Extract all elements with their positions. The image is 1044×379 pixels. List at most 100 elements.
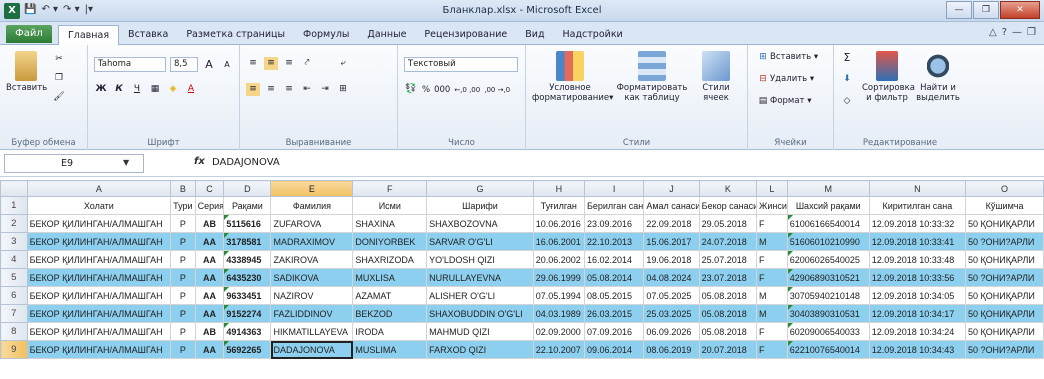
table-cell[interactable]: MUXLISA: [352, 268, 428, 287]
column-header-d[interactable]: D: [223, 180, 272, 197]
table-cell[interactable]: 05.08.2018: [698, 322, 758, 341]
fill-icon[interactable]: ⬇: [840, 73, 854, 86]
table-cell[interactable]: SHAXBOZOVNA: [426, 214, 534, 233]
underline-button[interactable]: Ч: [130, 83, 144, 96]
header-cell[interactable]: Тури: [170, 196, 196, 215]
column-header-l[interactable]: L: [756, 180, 788, 197]
table-cell[interactable]: 22.09.2018: [643, 214, 700, 233]
table-cell[interactable]: P: [170, 214, 196, 233]
tab-insert[interactable]: Вставка: [119, 28, 177, 45]
format-as-table-button[interactable]: Форматировать как таблицу: [612, 51, 692, 103]
table-cell[interactable]: AA: [194, 340, 225, 359]
table-cell[interactable]: AA: [194, 286, 225, 305]
align-top-icon[interactable]: ≡: [246, 57, 260, 70]
header-cell[interactable]: Фамилия: [270, 196, 354, 215]
header-cell[interactable]: Исми: [352, 196, 428, 215]
workbook-minimize-icon[interactable]: —: [1012, 27, 1022, 38]
table-cell[interactable]: БЕКОР ҚИЛИНГАН/АЛМАШГАН: [26, 304, 172, 323]
align-middle-icon[interactable]: ≡: [264, 57, 278, 70]
table-cell[interactable]: 51606010210990: [786, 232, 870, 251]
header-cell[interactable]: Шахсий рақами: [786, 196, 870, 215]
row-header[interactable]: 7: [0, 304, 28, 323]
table-cell[interactable]: БЕКОР ҚИЛИНГАН/АЛМАШГАН: [26, 286, 172, 305]
table-cell[interactable]: SHAXOBUDDIN O'G'LI: [426, 304, 534, 323]
tab-home[interactable]: Главная: [58, 25, 120, 45]
table-cell[interactable]: P: [170, 268, 196, 287]
orientation-icon[interactable]: ⤤: [300, 57, 314, 70]
tab-view[interactable]: Вид: [516, 28, 553, 45]
header-cell[interactable]: Серия: [194, 196, 225, 215]
table-cell[interactable]: P: [170, 304, 196, 323]
table-cell[interactable]: 12.09.2018 10:34:43: [868, 340, 967, 359]
bold-button[interactable]: Ж: [94, 83, 108, 96]
insert-function-icon[interactable]: fx: [194, 156, 205, 167]
shrink-font-icon[interactable]: A: [220, 58, 234, 71]
table-cell[interactable]: P: [170, 286, 196, 305]
table-cell[interactable]: F: [756, 340, 788, 359]
row-header[interactable]: 1: [0, 196, 28, 215]
header-cell[interactable]: Амал санаси: [643, 196, 700, 215]
table-cell[interactable]: 4338945: [223, 250, 272, 269]
restore-button[interactable]: ❐: [973, 1, 999, 19]
tab-file[interactable]: Файл: [6, 25, 52, 43]
close-button[interactable]: ✕: [1000, 1, 1040, 19]
table-cell[interactable]: SARVAR O'G'LI: [426, 232, 534, 251]
table-cell[interactable]: 50 ?ОНИ?АРЛИ: [965, 340, 1044, 359]
header-cell[interactable]: Рақами: [223, 196, 272, 215]
font-color-icon[interactable]: A: [184, 83, 198, 96]
row-header[interactable]: 4: [0, 250, 28, 269]
table-cell[interactable]: 09.06.2014: [583, 340, 645, 359]
table-cell[interactable]: YO'LDOSH QIZI: [426, 250, 534, 269]
table-cell[interactable]: 23.09.2016: [583, 214, 645, 233]
row-header[interactable]: 5: [0, 268, 28, 287]
table-cell[interactable]: AZAMAT: [352, 286, 428, 305]
table-cell[interactable]: M: [756, 304, 788, 323]
table-cell[interactable]: 5115616: [223, 214, 272, 233]
conditional-formatting-button[interactable]: Условное форматирование▾: [532, 51, 613, 103]
column-header-c[interactable]: C: [194, 180, 225, 197]
header-cell[interactable]: Бекор санаси: [698, 196, 758, 215]
table-cell[interactable]: 12.09.2018 10:34:17: [868, 304, 967, 323]
table-cell[interactable]: 16.06.2001: [532, 232, 585, 251]
table-cell[interactable]: AB: [194, 214, 225, 233]
table-cell[interactable]: 29.06.1999: [532, 268, 585, 287]
table-cell[interactable]: 50 ҚОНИҚАРЛИ: [965, 304, 1044, 323]
table-cell[interactable]: 4914363: [223, 322, 272, 341]
table-cell[interactable]: 3178581: [223, 232, 272, 251]
table-cell[interactable]: БЕКОР ҚИЛИНГАН/АЛМАШГАН: [26, 268, 172, 287]
column-header-f[interactable]: F: [352, 180, 428, 197]
paste-button[interactable]: Вставить: [6, 51, 47, 93]
table-cell[interactable]: 12.09.2018 10:33:32: [868, 214, 967, 233]
table-cell[interactable]: 08.06.2019: [643, 340, 700, 359]
header-cell[interactable]: Шарифи: [426, 196, 534, 215]
table-cell[interactable]: P: [170, 322, 196, 341]
table-cell[interactable]: IRODA: [352, 322, 428, 341]
table-cell[interactable]: FAZLIDDINOV: [270, 304, 354, 323]
table-cell[interactable]: 60209006540033: [786, 322, 870, 341]
increase-decimal-button[interactable]: ←,0 ,00: [454, 86, 480, 94]
row-header[interactable]: 2: [0, 214, 28, 233]
row-header[interactable]: 9: [0, 340, 28, 359]
table-cell[interactable]: 6435230: [223, 268, 272, 287]
table-cell[interactable]: 15.06.2017: [643, 232, 700, 251]
table-cell[interactable]: 5692265: [223, 340, 272, 359]
align-center-icon[interactable]: ≡: [264, 83, 278, 96]
format-cells-button[interactable]: ▤ Формат ▾: [756, 95, 812, 108]
table-cell[interactable]: P: [170, 340, 196, 359]
table-cell[interactable]: SHAXRIZODA: [352, 250, 428, 269]
table-cell[interactable]: 23.07.2018: [698, 268, 758, 287]
table-cell[interactable]: 61006166540014: [786, 214, 870, 233]
align-bottom-icon[interactable]: ≡: [282, 57, 296, 70]
align-right-icon[interactable]: ≡: [282, 83, 296, 96]
table-cell[interactable]: 07.05.2025: [643, 286, 700, 305]
number-format-combo[interactable]: Текстовый: [404, 57, 518, 72]
table-cell[interactable]: 16.02.2014: [583, 250, 645, 269]
table-cell[interactable]: HIKMATILLAYEVA: [270, 322, 354, 341]
font-name-combo[interactable]: Tahoma: [94, 57, 166, 72]
table-cell[interactable]: SHAXINA: [352, 214, 428, 233]
table-cell[interactable]: 04.08.2024: [643, 268, 700, 287]
column-header-a[interactable]: A: [26, 180, 172, 197]
table-cell[interactable]: БЕКОР ҚИЛИНГАН/АЛМАШГАН: [26, 322, 172, 341]
header-cell[interactable]: Холати: [26, 196, 172, 215]
column-header-g[interactable]: G: [426, 180, 534, 197]
